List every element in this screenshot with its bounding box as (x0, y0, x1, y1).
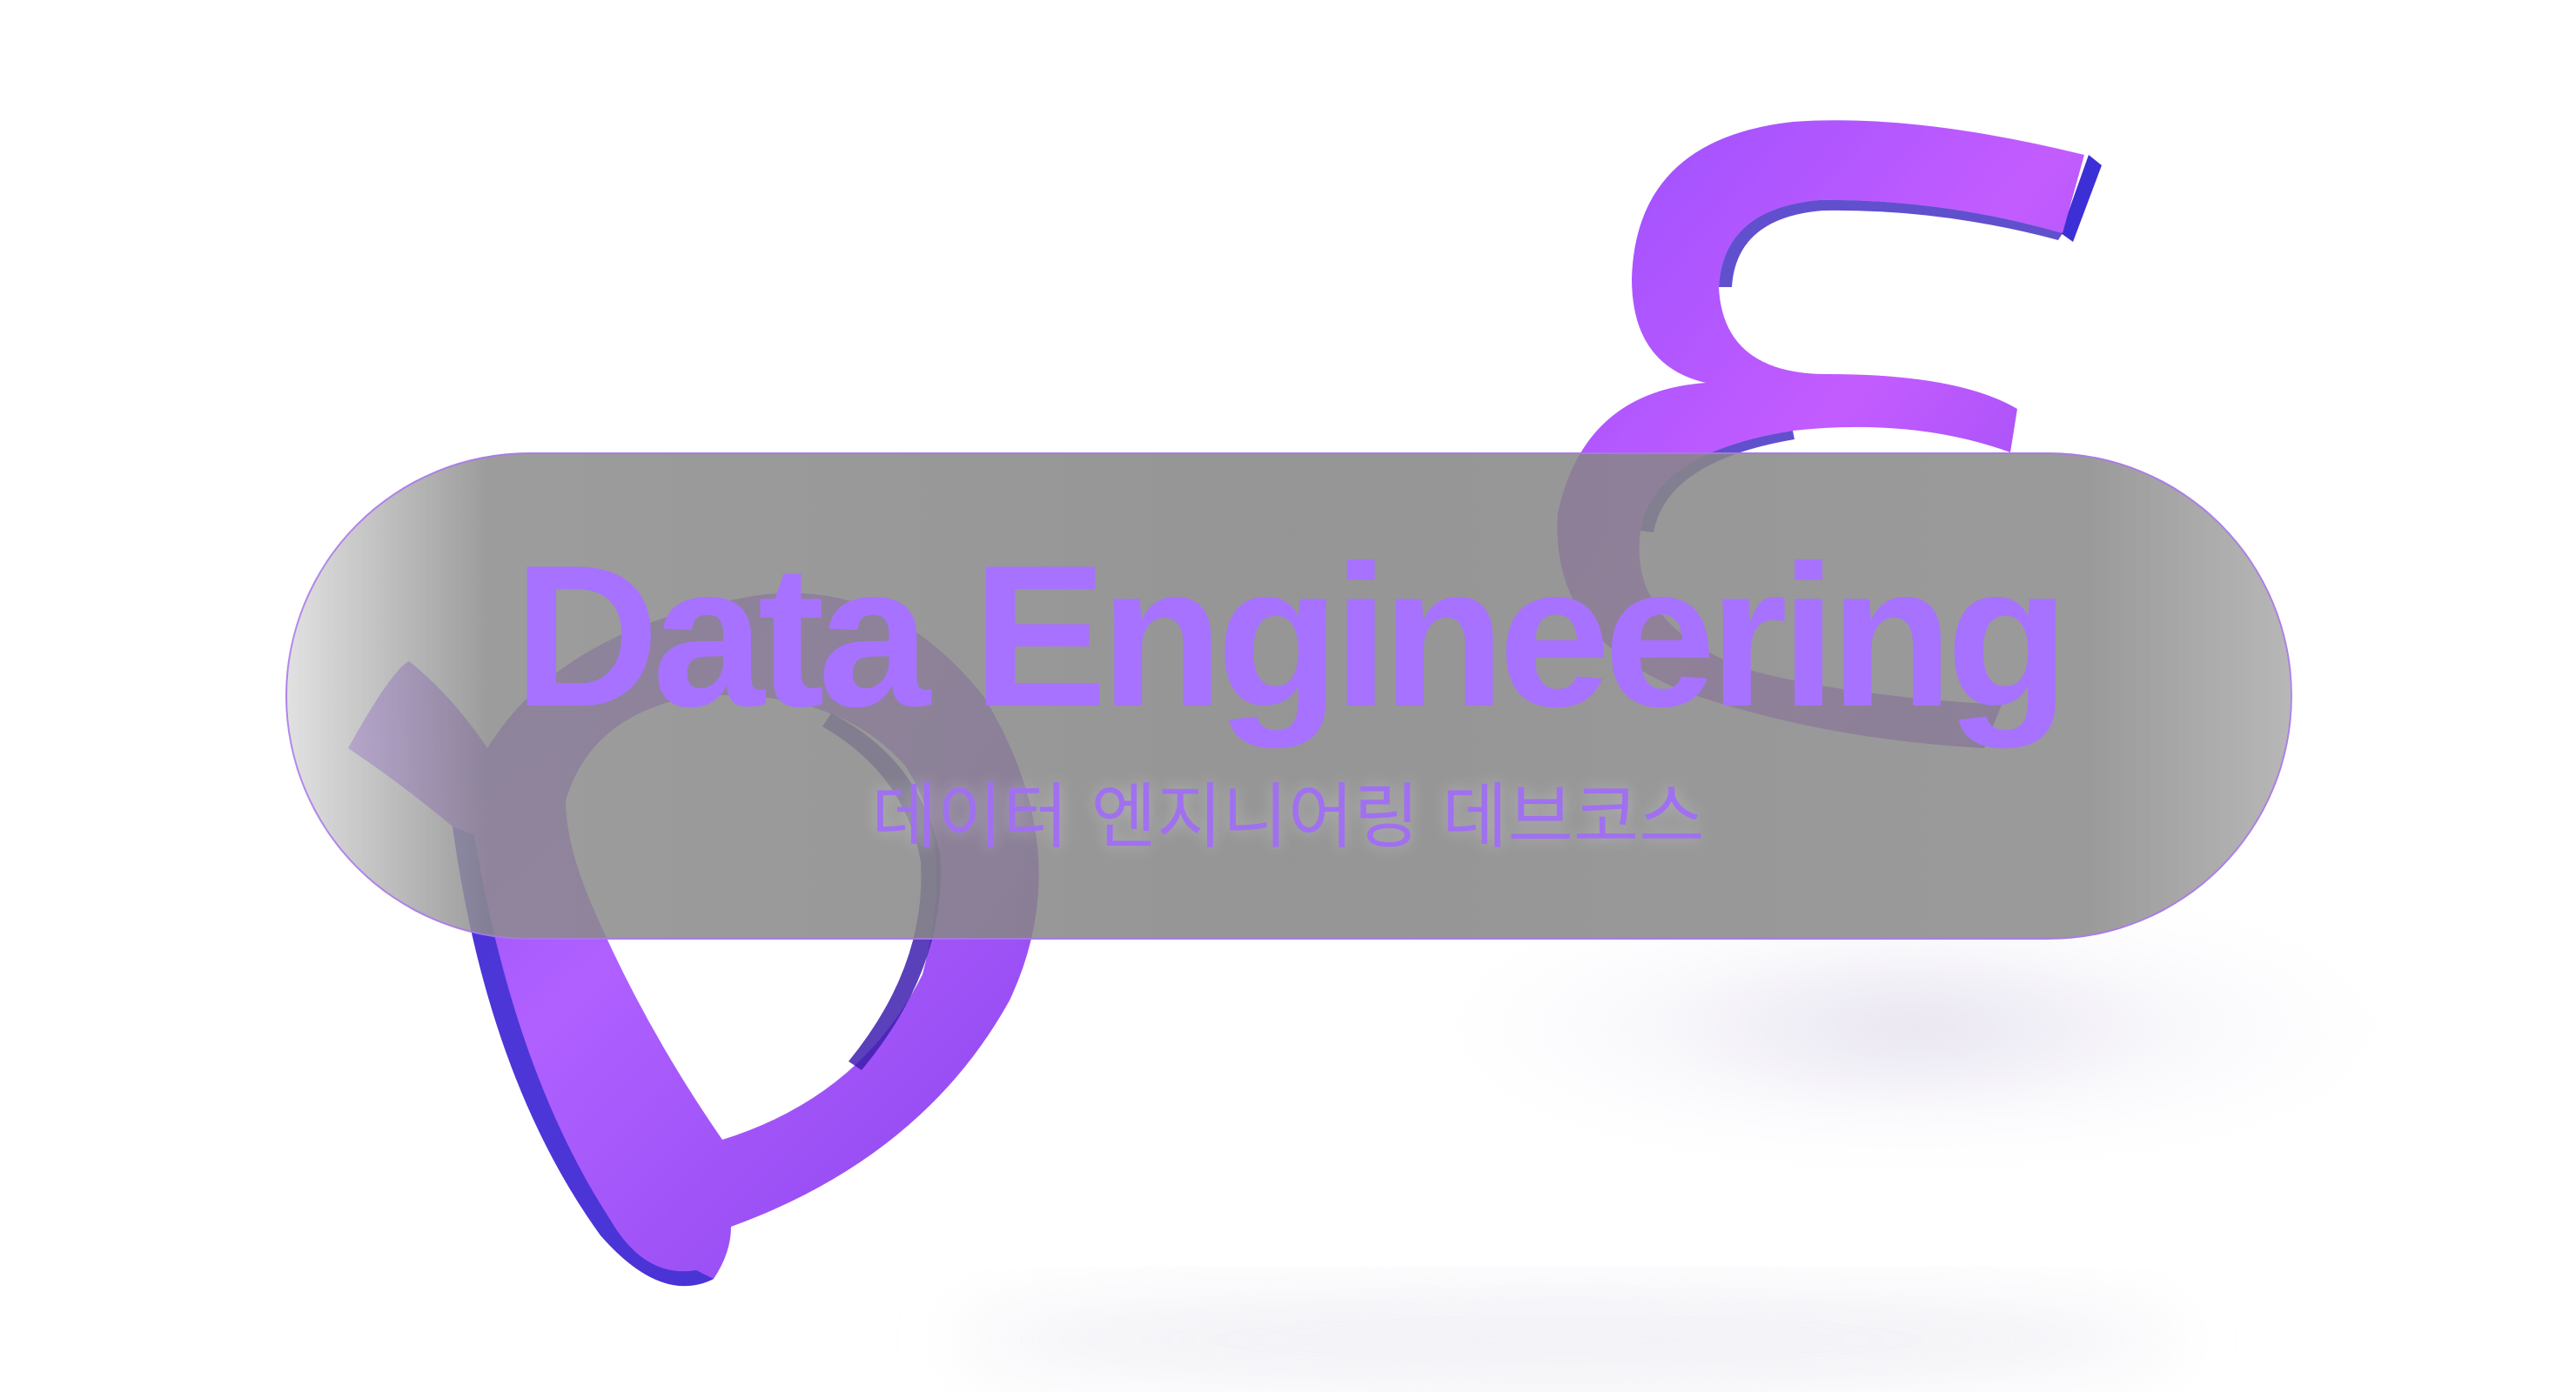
banner-title: Data Engineering (513, 524, 2070, 749)
floor-shadow (957, 1288, 2176, 1392)
banner-canvas: Data Engineering 데이터 엔지니어링 데브코스 (0, 0, 2576, 1392)
banner-subtitle: 데이터 엔지니어링 데브코스 (871, 776, 1705, 859)
